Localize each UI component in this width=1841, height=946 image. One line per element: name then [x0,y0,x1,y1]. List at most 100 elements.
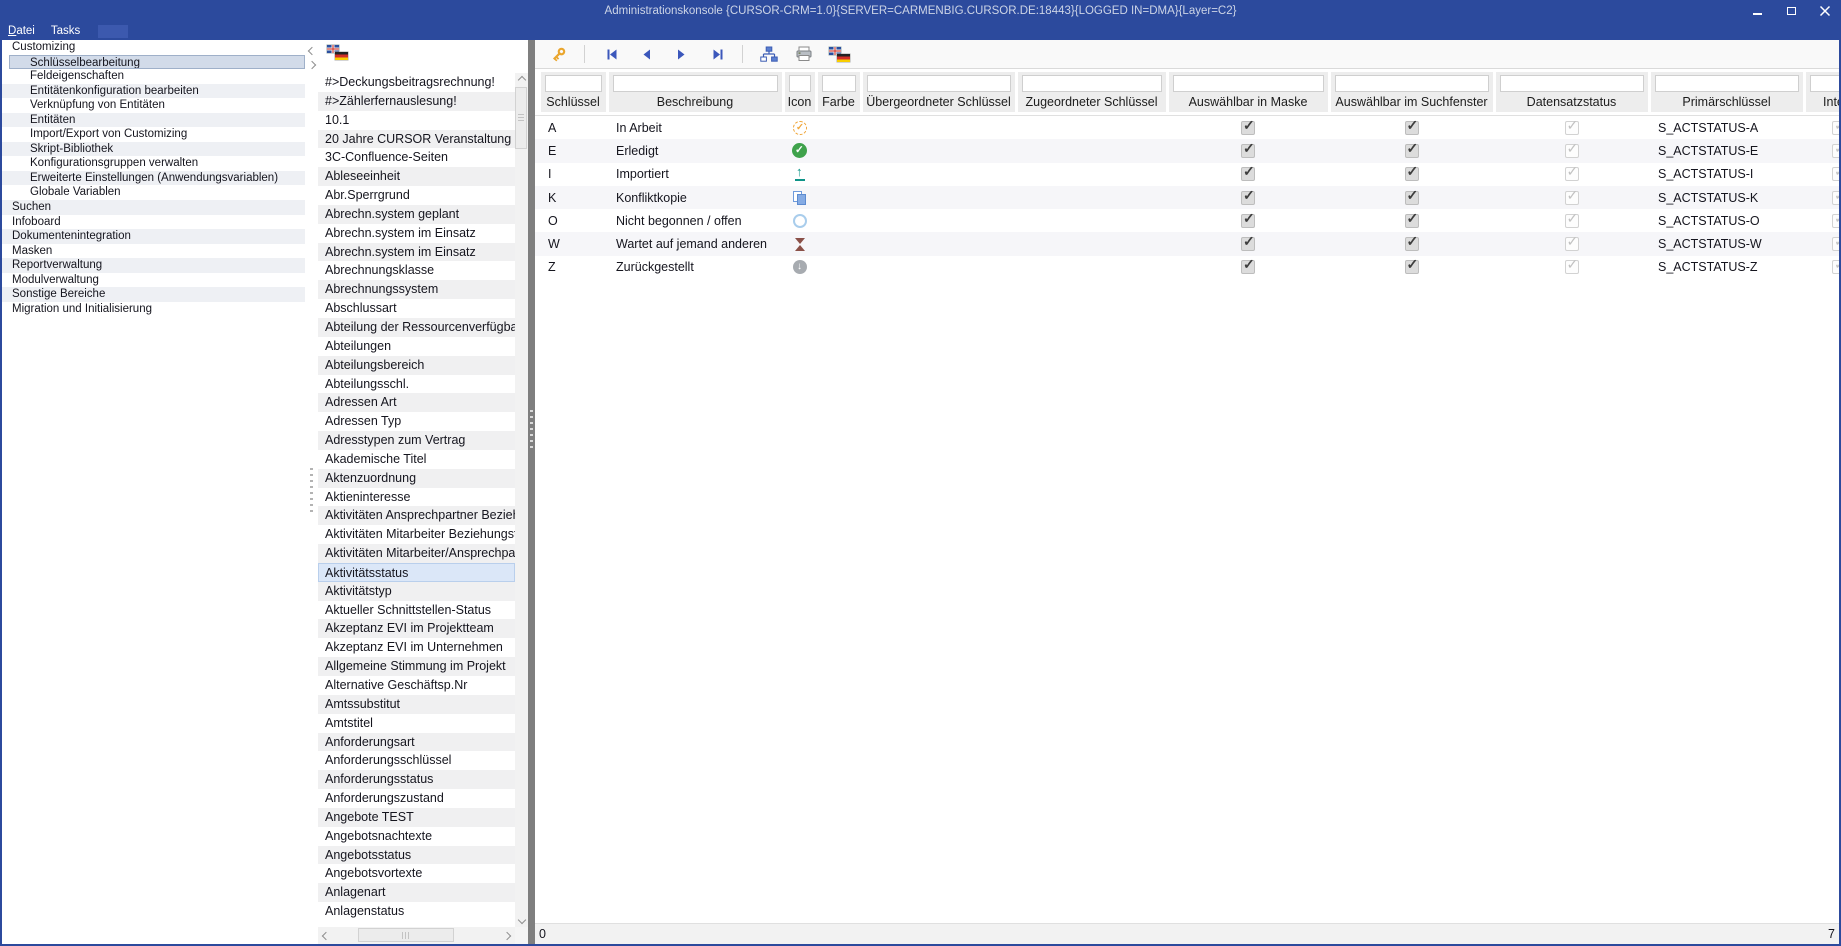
sidebar-item[interactable]: Dokumentenintegration [2,229,305,244]
sidebar-item[interactable]: Entitätenkonfiguration bearbeiten [2,84,305,99]
previous-record-button[interactable] [635,43,657,65]
list-item[interactable]: Abrechnungsklasse [318,261,515,280]
sidebar-item[interactable]: Feldeigenschaften [2,69,305,84]
sidebar-item[interactable]: Modulverwaltung [2,273,305,288]
list-item[interactable]: 20 Jahre CURSOR Veranstaltung [318,130,515,149]
checkbox-checked[interactable] [1241,167,1255,181]
sidebar-item[interactable]: Skript-Bibliothek [2,142,305,157]
list-item[interactable]: Abteilungsbereich [318,356,515,375]
cell-auswaehlbar_im_suchfenster[interactable] [1329,232,1494,255]
filter-input-schluessel[interactable] [545,75,602,92]
scroll-down-button[interactable] [515,913,528,927]
filter-input-auswaehlbar_in_maske[interactable] [1173,75,1324,92]
list-item[interactable]: Anlagenart [318,883,515,902]
checkbox-checked[interactable] [1405,121,1419,135]
minimize-button[interactable] [1747,2,1767,20]
list-item[interactable]: Angebotsstatus [318,846,515,865]
list-item[interactable]: Anforderungsstatus [318,770,515,789]
filter-input-auswaehlbar_im_suchfenster[interactable] [1335,75,1489,92]
filter-input-datensatzstatus[interactable] [1500,75,1644,92]
horizontal-scroll-thumb[interactable] [358,928,454,942]
checkbox-checked[interactable] [1241,260,1255,274]
hierarchy-button[interactable] [758,43,780,65]
table-row[interactable]: AIn ArbeitS_ACTSTATUS-A [535,116,1839,139]
list-item[interactable]: Ableseeinheit [318,167,515,186]
list-item[interactable]: Abrechn.system im Einsatz [318,224,515,243]
list-item[interactable]: Abrechn.system geplant [318,205,515,224]
next-record-button[interactable] [670,43,692,65]
list-item[interactable]: Aktivitäten Mitarbeiter Beziehungsty [318,525,515,544]
checkbox-checked[interactable] [1405,144,1419,158]
list-item[interactable]: Angebote TEST [318,808,515,827]
list-item[interactable]: Amtstitel [318,714,515,733]
list-item[interactable]: Abteilung der Ressourcenverfügbark [318,318,515,337]
sidebar-item[interactable]: Import/Export von Customizing [2,127,305,142]
sidebar-item[interactable]: Suchen [2,200,305,215]
scroll-up-button[interactable] [515,73,528,87]
filter-input-primaerschluessel[interactable] [1655,75,1799,92]
cell-auswaehlbar_in_maske[interactable] [1167,256,1329,279]
list-item[interactable]: Anforderungszustand [318,789,515,808]
checkbox-checked[interactable] [1241,121,1255,135]
sidebar-item[interactable]: Reportverwaltung [2,258,305,273]
list-item[interactable]: Aktueller Schnittstellen-Status [318,601,515,620]
checkbox-checked[interactable] [1405,214,1419,228]
cell-auswaehlbar_im_suchfenster[interactable] [1329,256,1494,279]
checkbox-checked[interactable] [1241,214,1255,228]
list-item[interactable]: Anforderungsschlüssel [318,751,515,770]
scroll-left-button[interactable] [318,927,334,944]
sidebar-item[interactable]: Masken [2,244,305,259]
sidebar-item[interactable]: Schlüsselbearbeitung [9,55,305,70]
list-item[interactable]: Akademische Titel [318,450,515,469]
cell-auswaehlbar_in_maske[interactable] [1167,232,1329,255]
sidebar-item[interactable]: Entitäten [2,113,305,128]
filter-input-zugeordneter_schluessel[interactable] [1022,75,1162,92]
list-item[interactable]: Aktenzuordnung [318,469,515,488]
list-item[interactable]: Abteilungsschl. [318,375,515,394]
cell-auswaehlbar_im_suchfenster[interactable] [1329,209,1494,232]
splitter-grip[interactable] [310,468,313,514]
list-item[interactable]: Akzeptanz EVI im Projektteam [318,619,515,638]
checkbox-checked[interactable] [1405,191,1419,205]
scroll-right-button[interactable] [499,927,515,944]
table-row[interactable]: EErledigtS_ACTSTATUS-E [535,139,1839,162]
list-item[interactable]: Aktivitätstyp [318,582,515,601]
sidebar-splitter[interactable] [305,40,318,944]
sidebar-item[interactable]: Customizing [2,40,305,55]
list-item[interactable]: Akzeptanz EVI im Unternehmen [318,638,515,657]
list-horizontal-scrollbar[interactable] [318,927,515,944]
expand-right-button[interactable] [305,58,318,71]
vertical-scroll-thumb[interactable] [515,87,527,149]
list-item[interactable]: Allgemeine Stimmung im Projekt [318,657,515,676]
list-item[interactable]: Abrechnungssystem [318,280,515,299]
list-item[interactable]: #>Deckungsbeitragsrechnung! [318,73,515,92]
cell-auswaehlbar_in_maske[interactable] [1167,116,1329,139]
filter-input-beschreibung[interactable] [613,75,778,92]
list-vertical-scrollbar[interactable] [515,73,528,927]
sidebar-item[interactable]: Sonstige Bereiche [2,287,305,302]
close-button[interactable] [1815,2,1835,20]
sidebar-item[interactable]: Migration und Initialisierung [2,302,305,317]
cell-auswaehlbar_im_suchfenster[interactable] [1329,139,1494,162]
list-item[interactable]: Abrechn.system im Einsatz [318,243,515,262]
panel-splitter[interactable] [528,40,535,944]
collapse-left-button[interactable] [305,44,318,57]
last-record-button[interactable] [705,43,727,65]
list-item[interactable]: Aktieninteresse [318,488,515,507]
cell-auswaehlbar_in_maske[interactable] [1167,209,1329,232]
list-item[interactable]: Adressen Typ [318,412,515,431]
cell-auswaehlbar_im_suchfenster[interactable] [1329,163,1494,186]
list-item[interactable]: Anforderungsart [318,733,515,752]
list-item[interactable]: Angebotsvortexte [318,864,515,883]
table-row[interactable]: IImportiertS_ACTSTATUS-I [535,163,1839,186]
checkbox-checked[interactable] [1241,144,1255,158]
table-row[interactable]: KKonfliktkopieS_ACTSTATUS-K [535,186,1839,209]
list-item[interactable]: Abschlussart [318,299,515,318]
menu-item-tasks[interactable]: Tasks [51,22,80,40]
cell-auswaehlbar_in_maske[interactable] [1167,163,1329,186]
menu-item-datei[interactable]: Datei [8,22,35,40]
cell-auswaehlbar_im_suchfenster[interactable] [1329,116,1494,139]
checkbox-checked[interactable] [1405,237,1419,251]
cell-auswaehlbar_in_maske[interactable] [1167,186,1329,209]
language-flag-icon[interactable] [327,45,348,60]
